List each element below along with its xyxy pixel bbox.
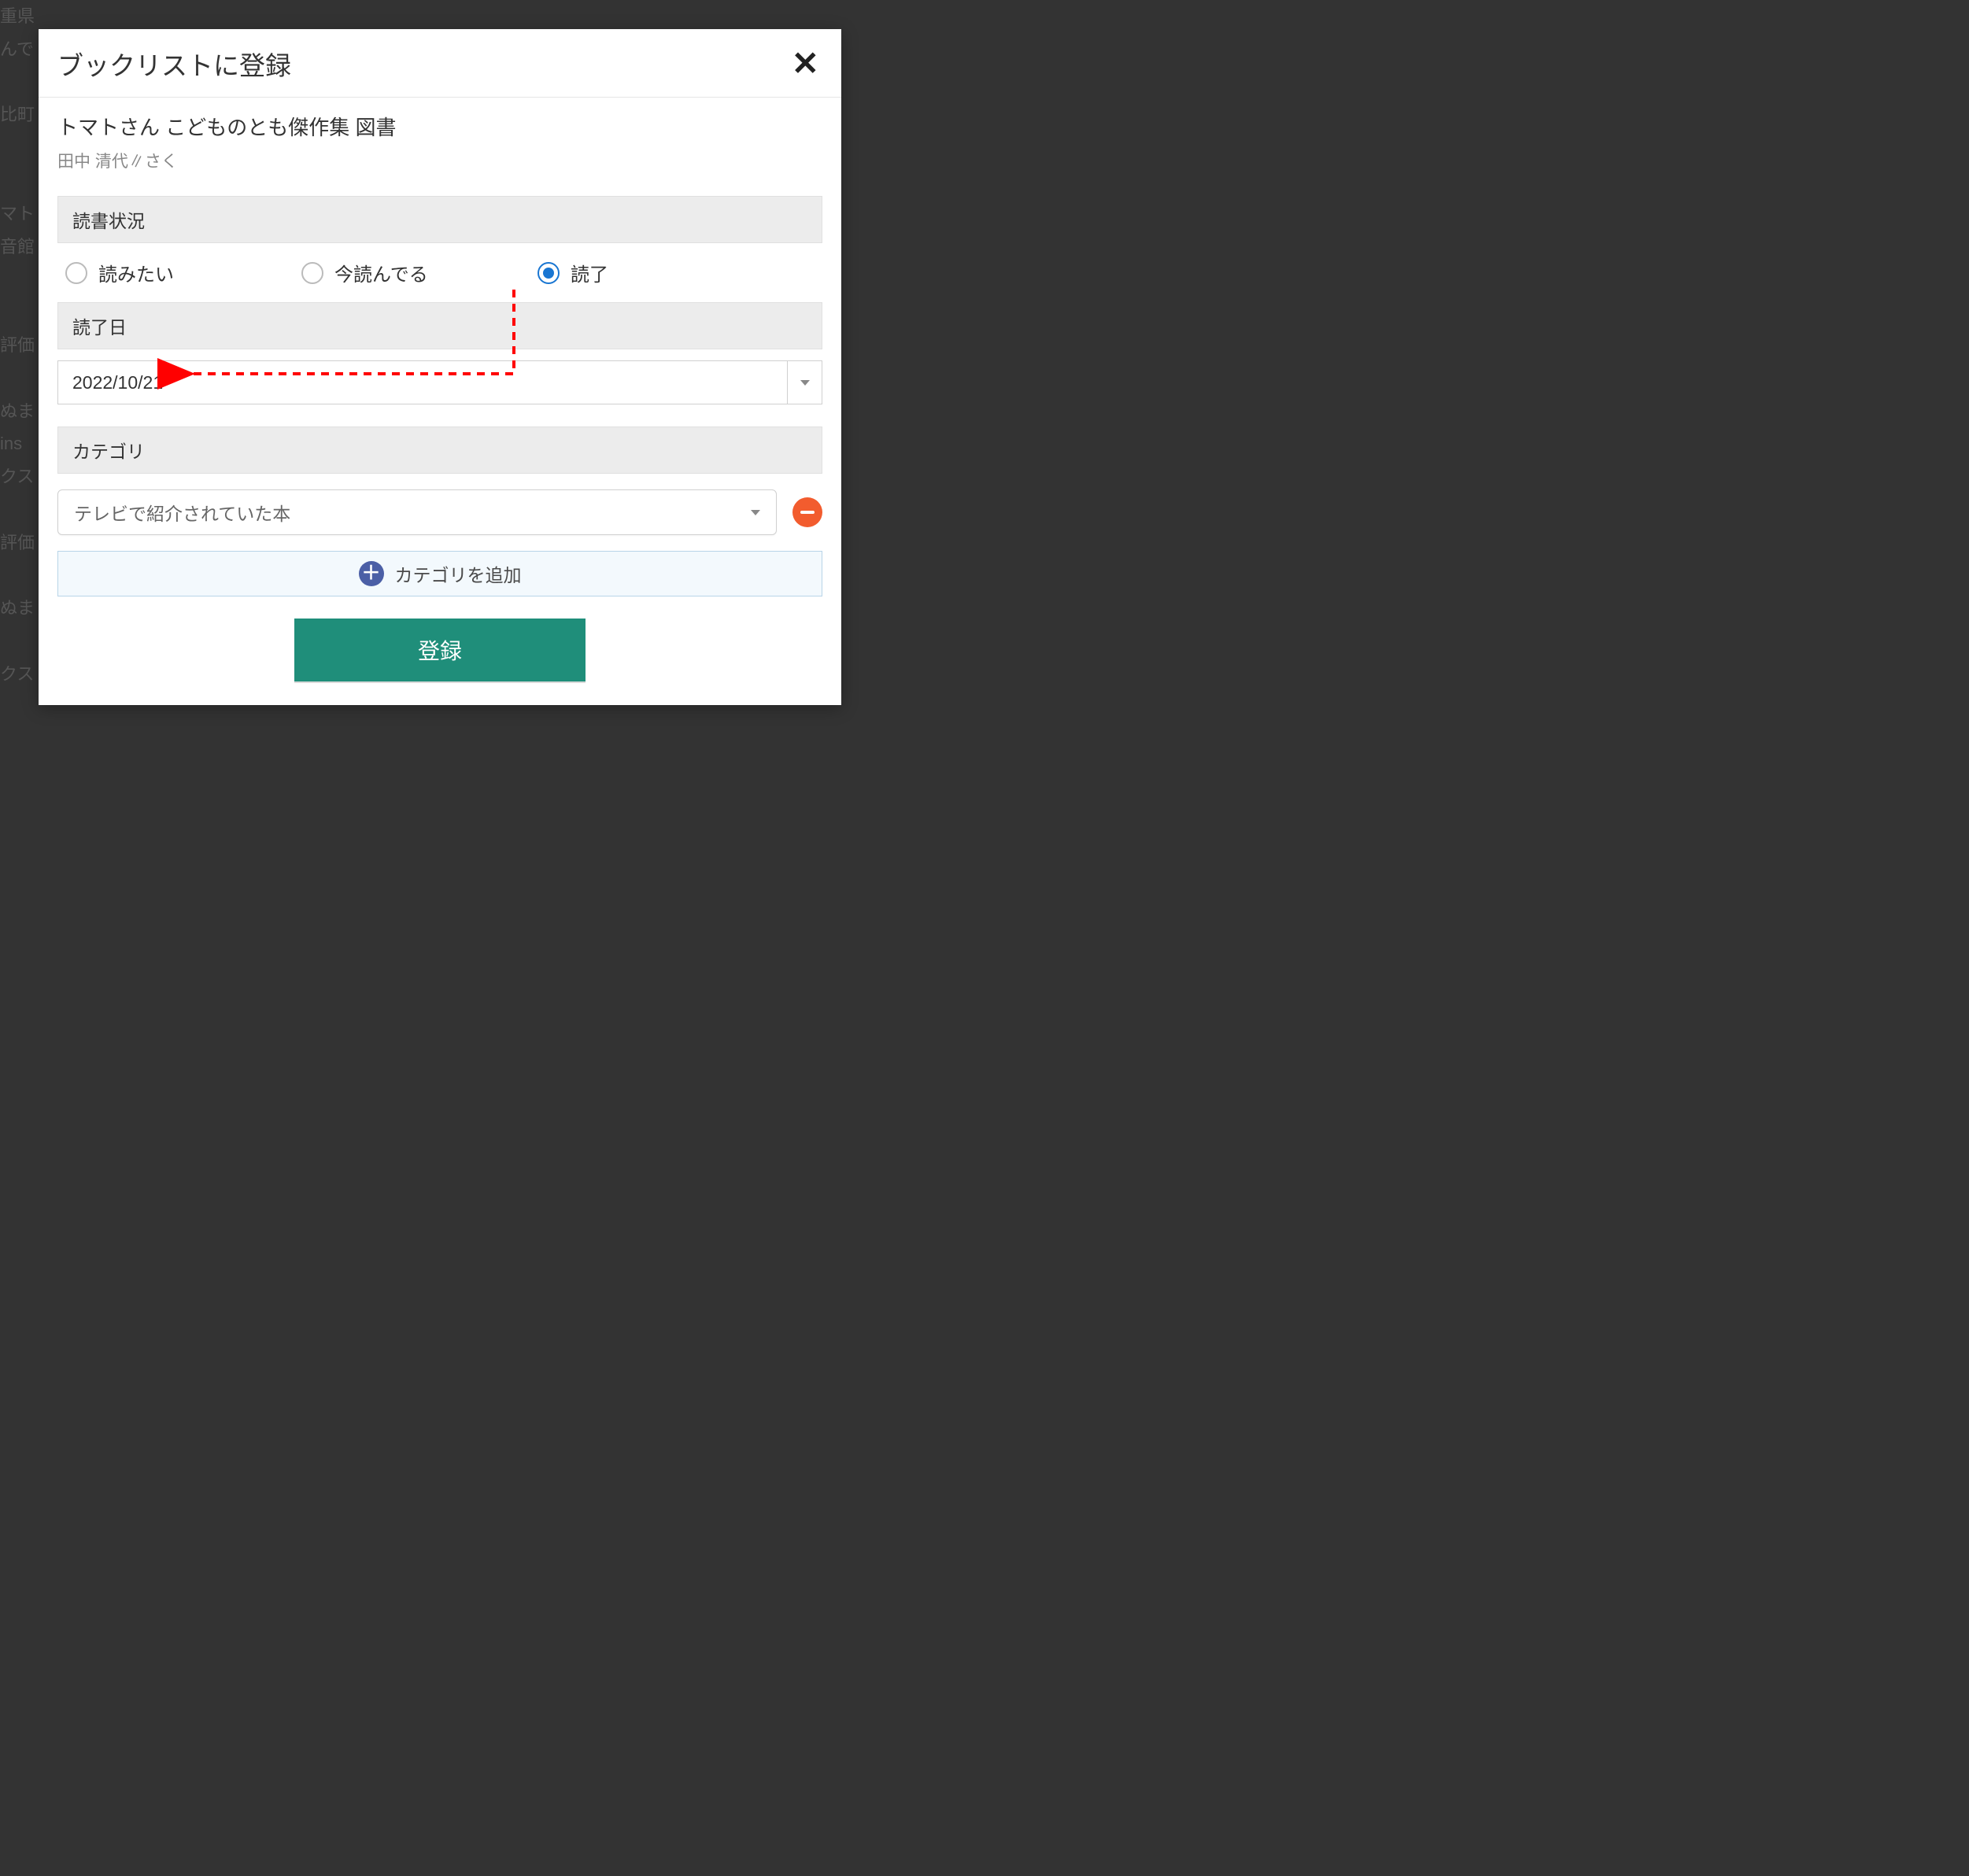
radio-label: 読了 xyxy=(571,259,608,286)
category-select[interactable]: テレビで紹介されていた本 xyxy=(57,489,777,535)
background-obscured-text: 重県 んで 比町 マト 音館 評価 ぬま ins クス 評価 ぬま クス xyxy=(0,0,35,691)
section-header-category: カテゴリ xyxy=(57,427,822,474)
radio-reading-now[interactable]: 今読んでる xyxy=(301,259,538,286)
radio-label: 読みたい xyxy=(98,259,174,286)
modal-header: ブックリストに登録 ✕ xyxy=(39,29,841,98)
status-radio-group: 読みたい 今読んでる 読了 xyxy=(57,243,822,302)
radio-icon xyxy=(301,262,323,284)
radio-label: 今読んでる xyxy=(334,259,428,286)
radio-finished[interactable]: 読了 xyxy=(538,259,774,286)
register-button[interactable]: 登録 xyxy=(294,619,586,681)
section-header-status: 読書状況 xyxy=(57,196,822,243)
category-selected-value: テレビで紹介されていた本 xyxy=(74,499,751,526)
close-icon[interactable]: ✕ xyxy=(789,47,822,80)
add-category-label: カテゴリを追加 xyxy=(395,560,522,587)
modal-title: ブックリストに登録 xyxy=(57,45,291,83)
radio-icon xyxy=(65,262,87,284)
submit-row: 登録 xyxy=(57,619,822,681)
remove-category-button[interactable] xyxy=(792,497,822,527)
chevron-down-icon xyxy=(800,380,810,386)
add-category-button[interactable]: ＋ カテゴリを追加 xyxy=(57,551,822,596)
plus-icon: ＋ xyxy=(359,561,384,586)
book-author: 田中 清代∥さく xyxy=(57,149,822,172)
finish-date-value: 2022/10/21 xyxy=(58,372,787,393)
modal-body: トマトさん こどものとも傑作集 図書 田中 清代∥さく 読書状況 読みたい 今読… xyxy=(39,98,841,705)
category-row: テレビで紹介されていた本 xyxy=(57,489,822,535)
book-title: トマトさん こどものとも傑作集 図書 xyxy=(57,112,822,141)
chevron-down-icon xyxy=(751,510,760,515)
minus-icon xyxy=(800,511,815,514)
finish-date-input[interactable]: 2022/10/21 xyxy=(57,360,822,404)
radio-icon-checked xyxy=(538,262,560,284)
radio-want-to-read[interactable]: 読みたい xyxy=(65,259,301,286)
booklist-register-modal: ブックリストに登録 ✕ トマトさん こどものとも傑作集 図書 田中 清代∥さく … xyxy=(39,29,841,705)
section-header-finish-date: 読了日 xyxy=(57,302,822,349)
date-dropdown-toggle[interactable] xyxy=(787,361,822,404)
